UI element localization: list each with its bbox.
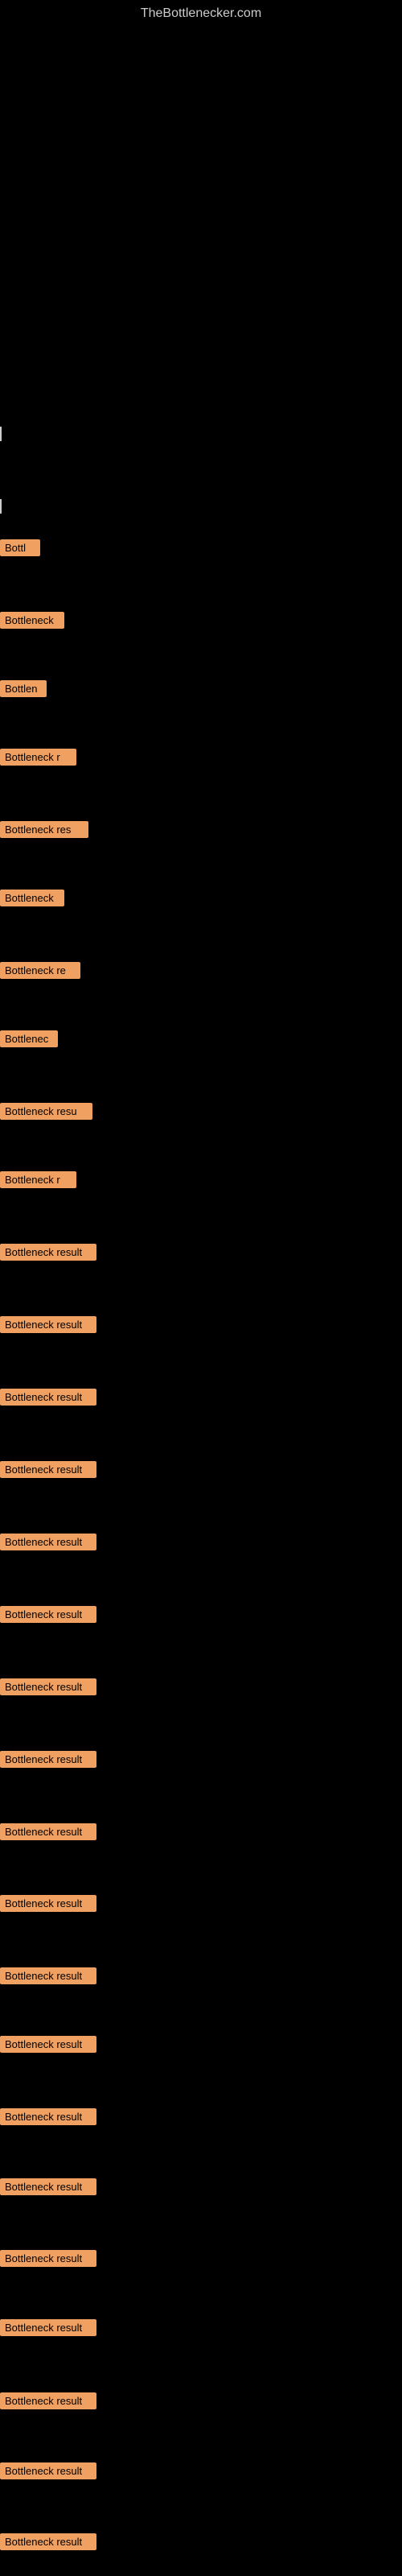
bottleneck-item-25[interactable]: Bottleneck result	[0, 2319, 96, 2336]
bottleneck-item-26[interactable]: Bottleneck result	[0, 2392, 96, 2409]
bottleneck-item-19[interactable]: Bottleneck result	[0, 1895, 96, 1912]
bottleneck-item-7[interactable]: Bottlenec	[0, 1030, 58, 1047]
bottleneck-item-9[interactable]: Bottleneck r	[0, 1171, 76, 1188]
bottleneck-item-28[interactable]: Bottleneck result	[0, 2533, 96, 2550]
bottleneck-item-15[interactable]: Bottleneck result	[0, 1606, 96, 1623]
bottleneck-item-23[interactable]: Bottleneck result	[0, 2178, 96, 2195]
bottleneck-item-16[interactable]: Bottleneck result	[0, 1678, 96, 1695]
bottleneck-item-0[interactable]: Bottl	[0, 539, 40, 556]
bottleneck-item-21[interactable]: Bottleneck result	[0, 2036, 96, 2053]
bottleneck-item-13[interactable]: Bottleneck result	[0, 1461, 96, 1478]
cursor-line-1	[0, 499, 2, 514]
bottleneck-item-11[interactable]: Bottleneck result	[0, 1316, 96, 1333]
bottleneck-item-8[interactable]: Bottleneck resu	[0, 1103, 92, 1120]
bottleneck-item-4[interactable]: Bottleneck res	[0, 821, 88, 838]
bottleneck-item-12[interactable]: Bottleneck result	[0, 1389, 96, 1406]
bottleneck-item-14[interactable]: Bottleneck result	[0, 1534, 96, 1550]
bottleneck-item-27[interactable]: Bottleneck result	[0, 2462, 96, 2479]
bottleneck-item-3[interactable]: Bottleneck r	[0, 749, 76, 766]
bottleneck-item-24[interactable]: Bottleneck result	[0, 2250, 96, 2267]
bottleneck-item-2[interactable]: Bottlen	[0, 680, 47, 697]
cursor-line-0	[0, 427, 2, 441]
bottleneck-item-1[interactable]: Bottleneck	[0, 612, 64, 629]
bottleneck-item-22[interactable]: Bottleneck result	[0, 2108, 96, 2125]
site-title: TheBottlenecker.com	[0, 0, 402, 21]
bottleneck-item-17[interactable]: Bottleneck result	[0, 1751, 96, 1768]
bottleneck-item-6[interactable]: Bottleneck re	[0, 962, 80, 979]
bottleneck-item-20[interactable]: Bottleneck result	[0, 1967, 96, 1984]
bottleneck-item-18[interactable]: Bottleneck result	[0, 1823, 96, 1840]
bottleneck-item-10[interactable]: Bottleneck result	[0, 1244, 96, 1261]
bottleneck-item-5[interactable]: Bottleneck	[0, 890, 64, 906]
